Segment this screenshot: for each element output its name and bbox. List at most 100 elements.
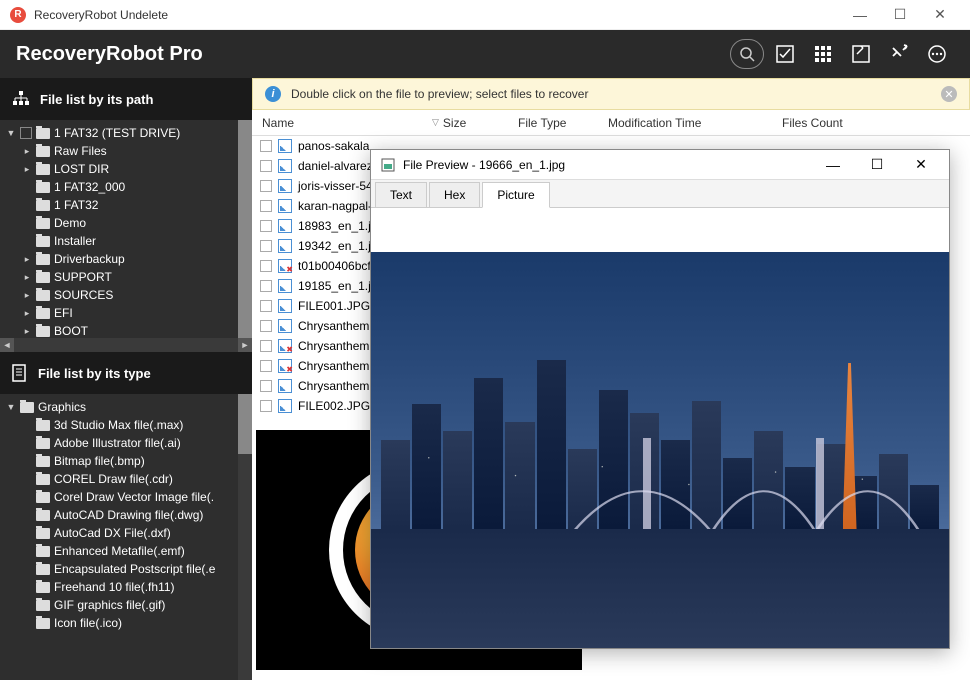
folder-icon bbox=[36, 254, 50, 265]
file-name: FILE002.JPG bbox=[298, 399, 370, 413]
file-checkbox[interactable] bbox=[260, 300, 272, 312]
type-tree-scrollbar[interactable] bbox=[238, 394, 252, 680]
folder-icon bbox=[36, 600, 50, 611]
tree-item[interactable]: ▸Driverbackup bbox=[0, 250, 252, 268]
tree-item-label: GIF graphics file(.gif) bbox=[54, 598, 165, 612]
col-modification[interactable]: Modification Time bbox=[598, 110, 772, 135]
folder-icon bbox=[36, 528, 50, 539]
type-tree-header-label: File list by its type bbox=[38, 366, 151, 381]
select-all-button[interactable] bbox=[768, 37, 802, 71]
tree-item[interactable]: GIF graphics file(.gif) bbox=[0, 596, 252, 614]
tree-item-label: AutoCAD Drawing file(.dwg) bbox=[54, 508, 203, 522]
tree-item-label: 1 FAT32 bbox=[54, 198, 98, 212]
file-icon bbox=[278, 379, 292, 393]
maximize-button[interactable]: ☐ bbox=[880, 0, 920, 30]
tab-hex[interactable]: Hex bbox=[429, 182, 480, 207]
scroll-left-icon[interactable]: ◄ bbox=[0, 338, 14, 352]
preview-close-button[interactable]: ✕ bbox=[903, 151, 939, 179]
folder-icon bbox=[36, 164, 50, 175]
col-size[interactable]: ▽Size bbox=[422, 110, 508, 135]
file-checkbox[interactable] bbox=[260, 220, 272, 232]
tree-item-label: 3d Studio Max file(.max) bbox=[54, 418, 183, 432]
tree-item-label: Graphics bbox=[38, 400, 86, 414]
tree-item[interactable]: ▸SUPPORT bbox=[0, 268, 252, 286]
file-checkbox[interactable] bbox=[260, 260, 272, 272]
search-button[interactable] bbox=[730, 39, 764, 69]
path-tree-scrollbar[interactable] bbox=[238, 120, 252, 338]
tree-item[interactable]: 1 FAT32_000 bbox=[0, 178, 252, 196]
close-button[interactable]: ✕ bbox=[920, 0, 960, 30]
file-checkbox[interactable] bbox=[260, 160, 272, 172]
tree-item[interactable]: AutoCAD Drawing file(.dwg) bbox=[0, 506, 252, 524]
file-checkbox[interactable] bbox=[260, 360, 272, 372]
file-name: Chrysanthemu bbox=[298, 379, 376, 393]
tree-item-label: Demo bbox=[54, 216, 86, 230]
col-name[interactable]: Name bbox=[252, 110, 422, 135]
col-type[interactable]: File Type bbox=[508, 110, 598, 135]
scroll-right-icon[interactable]: ► bbox=[238, 338, 252, 352]
tab-picture[interactable]: Picture bbox=[482, 182, 549, 208]
tree-item-label: COREL Draw file(.cdr) bbox=[54, 472, 173, 486]
tree-item-label: 1 FAT32_000 bbox=[54, 180, 125, 194]
tree-item[interactable]: ▼Graphics bbox=[0, 398, 252, 416]
tree-item[interactable]: Adobe Illustrator file(.ai) bbox=[0, 434, 252, 452]
path-tree-hscroll[interactable]: ◄ ► bbox=[0, 338, 252, 352]
folder-icon bbox=[36, 474, 50, 485]
path-tree[interactable]: ▼1 FAT32 (TEST DRIVE)▸Raw Files▸LOST DIR… bbox=[0, 120, 252, 338]
preview-titlebar: File Preview - 19666_en_1.jpg — ☐ ✕ bbox=[371, 150, 949, 180]
info-bar: i Double click on the file to preview; s… bbox=[252, 78, 970, 110]
tree-item[interactable]: ▸EFI bbox=[0, 304, 252, 322]
info-close-button[interactable]: ✕ bbox=[941, 86, 957, 102]
tree-item[interactable]: ▸LOST DIR bbox=[0, 160, 252, 178]
tree-item[interactable]: Icon file(.ico) bbox=[0, 614, 252, 632]
tree-item[interactable]: Corel Draw Vector Image file(. bbox=[0, 488, 252, 506]
preview-image bbox=[371, 252, 949, 648]
file-checkbox[interactable] bbox=[260, 340, 272, 352]
tree-item-label: LOST DIR bbox=[54, 162, 109, 176]
file-checkbox[interactable] bbox=[260, 320, 272, 332]
tree-item-label: SOURCES bbox=[54, 288, 113, 302]
recover-icon bbox=[889, 44, 909, 64]
tree-item[interactable]: Installer bbox=[0, 232, 252, 250]
file-name: daniel-alvarez bbox=[298, 159, 373, 173]
file-checkbox[interactable] bbox=[260, 180, 272, 192]
bridge-icon bbox=[573, 438, 920, 537]
file-checkbox[interactable] bbox=[260, 380, 272, 392]
file-name: joris-visser-54 bbox=[298, 179, 373, 193]
type-tree[interactable]: ▼Graphics 3d Studio Max file(.max) Adobe I… bbox=[0, 394, 252, 680]
file-checkbox[interactable] bbox=[260, 400, 272, 412]
tree-item[interactable]: Freehand 10 file(.fh11) bbox=[0, 578, 252, 596]
file-checkbox[interactable] bbox=[260, 240, 272, 252]
tree-item[interactable]: 3d Studio Max file(.max) bbox=[0, 416, 252, 434]
window-title: RecoveryRobot Undelete bbox=[34, 8, 168, 22]
preview-maximize-button[interactable]: ☐ bbox=[859, 151, 895, 179]
preview-minimize-button[interactable]: — bbox=[815, 151, 851, 179]
tree-item[interactable]: ▸SOURCES bbox=[0, 286, 252, 304]
grid-view-button[interactable] bbox=[806, 37, 840, 71]
recover-button[interactable] bbox=[882, 37, 916, 71]
tab-text[interactable]: Text bbox=[375, 182, 427, 207]
tree-item[interactable]: AutoCad DX File(.dxf) bbox=[0, 524, 252, 542]
file-checkbox[interactable] bbox=[260, 280, 272, 292]
tree-item[interactable]: ▸BOOT bbox=[0, 322, 252, 338]
tree-item[interactable]: 1 FAT32 bbox=[0, 196, 252, 214]
tree-item[interactable]: Enhanced Metafile(.emf) bbox=[0, 542, 252, 560]
tree-item[interactable]: Demo bbox=[0, 214, 252, 232]
tree-path-icon bbox=[12, 91, 30, 107]
tree-item[interactable]: ▼1 FAT32 (TEST DRIVE) bbox=[0, 124, 252, 142]
column-headers[interactable]: Name ▽Size File Type Modification Time F… bbox=[252, 110, 970, 136]
file-checkbox[interactable] bbox=[260, 140, 272, 152]
tree-item[interactable]: Encapsulated Postscript file(.e bbox=[0, 560, 252, 578]
save-list-button[interactable] bbox=[844, 37, 878, 71]
tree-item[interactable]: COREL Draw file(.cdr) bbox=[0, 470, 252, 488]
minimize-button[interactable]: — bbox=[840, 0, 880, 30]
tree-item[interactable]: Bitmap file(.bmp) bbox=[0, 452, 252, 470]
col-files-count[interactable]: Files Count bbox=[772, 110, 872, 135]
file-checkbox[interactable] bbox=[260, 200, 272, 212]
tree-item-label: 1 FAT32 (TEST DRIVE) bbox=[54, 126, 180, 140]
more-button[interactable] bbox=[920, 37, 954, 71]
tree-item[interactable]: ▸Raw Files bbox=[0, 142, 252, 160]
preview-body bbox=[371, 208, 949, 648]
folder-icon bbox=[36, 438, 50, 449]
file-icon bbox=[278, 399, 292, 413]
